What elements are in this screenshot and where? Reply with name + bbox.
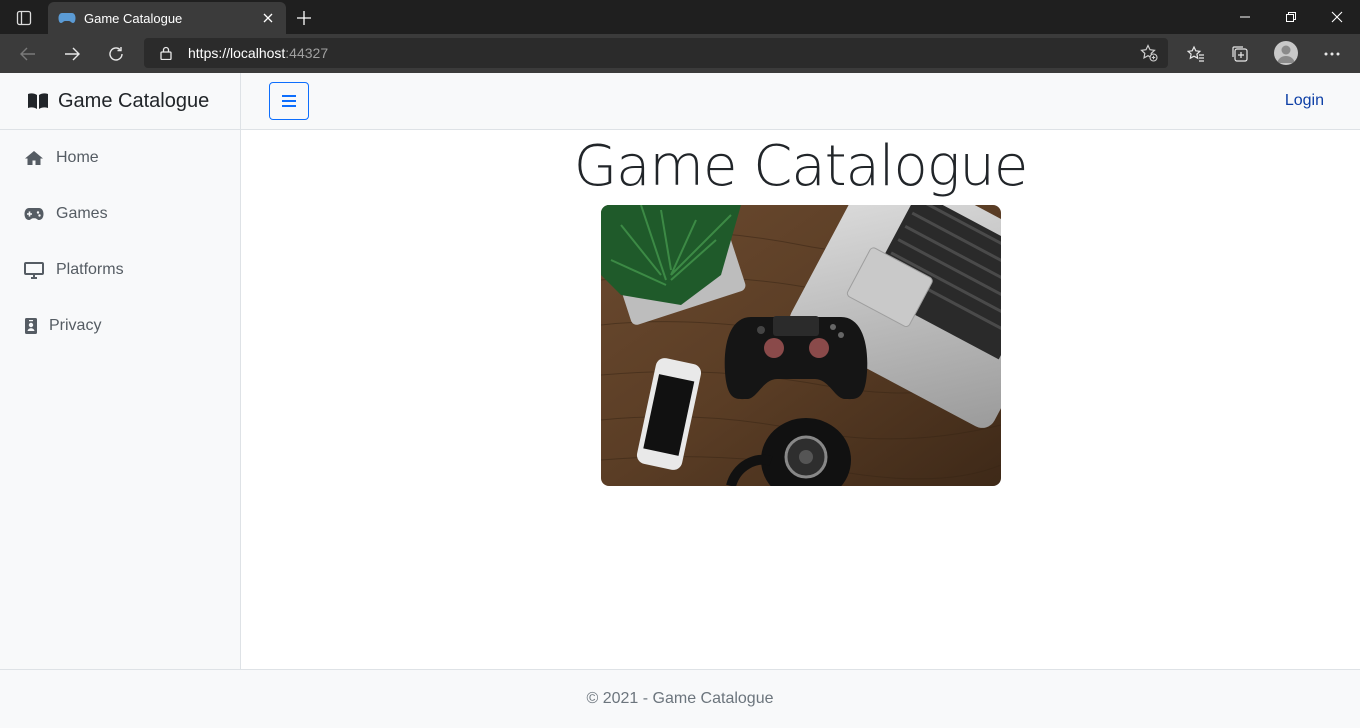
brand-title: Game Catalogue	[58, 89, 210, 112]
sidebar-item-label: Home	[56, 149, 99, 166]
top-navbar: Login	[241, 73, 1360, 130]
favorites-icon[interactable]	[1184, 42, 1208, 66]
more-icon[interactable]	[1320, 42, 1344, 66]
brand[interactable]: Game Catalogue	[0, 73, 240, 130]
restore-icon[interactable]	[1268, 0, 1314, 34]
hero-image	[601, 205, 1001, 486]
desktop-icon	[24, 261, 44, 279]
window-close-icon[interactable]	[1314, 0, 1360, 34]
browser-toolbar: https://localhost:44327	[0, 34, 1360, 73]
tab-actions-icon[interactable]	[8, 6, 40, 30]
forward-icon[interactable]	[58, 40, 86, 68]
sidebar-item-privacy[interactable]: Privacy	[0, 298, 240, 354]
id-badge-icon	[24, 317, 37, 335]
footer: © 2021 - Game Catalogue	[0, 669, 1360, 728]
sidebar-item-label: Games	[56, 205, 108, 222]
sidebar-nav: Home Games Platforms Privacy	[0, 130, 240, 354]
add-favorite-icon[interactable]	[1140, 44, 1158, 62]
url-text: https://localhost:44327	[188, 45, 329, 61]
gamepad-icon	[24, 205, 44, 223]
sidebar-toggle-button[interactable]	[269, 82, 309, 120]
sidebar-item-games[interactable]: Games	[0, 186, 240, 242]
minimize-icon[interactable]	[1222, 0, 1268, 34]
lock-icon[interactable]	[158, 45, 174, 61]
new-tab-icon[interactable]	[292, 6, 316, 30]
tab-close-icon[interactable]	[260, 10, 276, 26]
profile-avatar[interactable]	[1274, 41, 1298, 65]
login-link[interactable]: Login	[1285, 92, 1324, 110]
sidebar-item-label: Platforms	[56, 261, 124, 278]
sidebar-item-platforms[interactable]: Platforms	[0, 242, 240, 298]
gamepad-favicon-icon	[58, 13, 76, 23]
address-bar[interactable]: https://localhost:44327	[144, 38, 1168, 68]
sidebar-item-label: Privacy	[49, 317, 102, 334]
tab-title: Game Catalogue	[84, 10, 183, 26]
back-icon[interactable]	[14, 40, 42, 68]
browser-titlebar: Game Catalogue	[0, 0, 1360, 34]
sidebar: Game Catalogue Home Games Platforms Priv…	[0, 73, 241, 669]
main-content: Game Catalogue	[241, 130, 1360, 669]
footer-text: © 2021 - Game Catalogue	[586, 690, 774, 707]
page-title: Game Catalogue	[573, 134, 1029, 199]
menu-icon	[282, 95, 296, 107]
browser-tab[interactable]: Game Catalogue	[48, 2, 286, 34]
refresh-icon[interactable]	[102, 40, 130, 68]
book-open-icon	[28, 93, 48, 109]
home-icon	[24, 149, 44, 167]
collections-icon[interactable]	[1228, 42, 1252, 66]
sidebar-item-home[interactable]: Home	[0, 130, 240, 186]
